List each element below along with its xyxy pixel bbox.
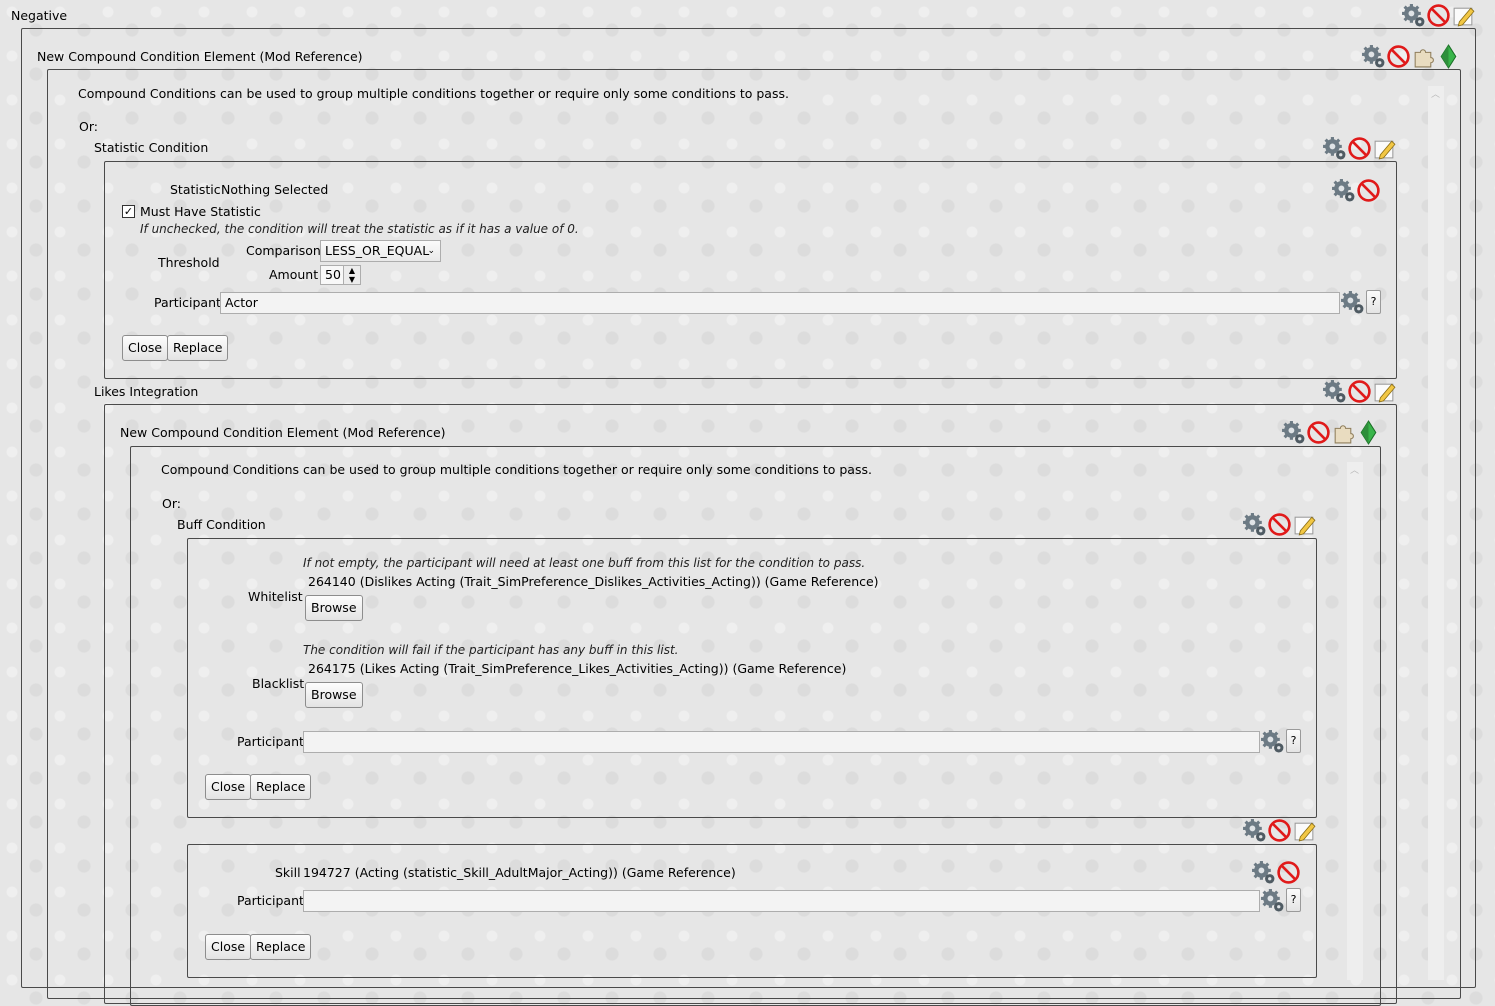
statistic-condition-actions [1322, 136, 1397, 161]
skill-field-actions [1251, 860, 1301, 885]
statistic-participant-help-button[interactable]: ? [1366, 290, 1381, 314]
gear-icon[interactable] [1260, 888, 1285, 913]
scroll-up-icon[interactable]: ︿ [1431, 87, 1440, 100]
statistic-value: Nothing Selected [221, 182, 329, 197]
threshold-label: Threshold [158, 255, 220, 270]
blacklist-item: 264175 (Likes Acting (Trait_SimPreferenc… [308, 661, 847, 676]
remove-icon[interactable] [1306, 420, 1331, 445]
skill-label: Skill [275, 865, 301, 880]
whitelist-browse-button[interactable]: Browse [305, 595, 363, 621]
buff-participant-label: Participant [237, 734, 304, 749]
comparison-value: LESS_OR_EQUAL [325, 243, 430, 258]
blacklist-label: Blacklist [252, 676, 305, 691]
buff-participant-field[interactable] [303, 731, 1260, 753]
inner-compound-description: Compound Conditions can be used to group… [161, 462, 872, 477]
plumbob-icon[interactable] [1436, 44, 1461, 69]
blacklist-browse-button[interactable]: Browse [305, 682, 363, 708]
remove-icon[interactable] [1276, 860, 1301, 885]
puzzle-icon[interactable] [1331, 420, 1356, 445]
gear-icon[interactable] [1281, 420, 1306, 445]
amount-stepper[interactable]: 50 ▲ ▼ [320, 265, 361, 285]
scroll-up-icon[interactable]: ︿ [1350, 463, 1359, 476]
gear-icon[interactable] [1242, 818, 1267, 843]
gear-icon[interactable] [1260, 729, 1285, 754]
statistic-participant-label: Participant [154, 295, 221, 310]
must-have-statistic-checkbox[interactable]: ✓ [122, 205, 135, 218]
outer-compound-actions [1361, 44, 1461, 69]
buff-close-button[interactable]: Close [205, 774, 252, 800]
gear-icon[interactable] [1251, 860, 1276, 885]
skill-participant-label: Participant [237, 893, 304, 908]
comparison-select[interactable]: LESS_OR_EQUAL ⌄ [320, 240, 441, 262]
outer-or-label: Or: [79, 119, 98, 134]
skill-value: 194727 (Acting (statistic_Skill_AdultMaj… [303, 865, 736, 880]
negative-title: Negative [11, 8, 68, 23]
outer-compound-title: New Compound Condition Element (Mod Refe… [37, 49, 363, 64]
outer-scrollbar[interactable] [1428, 86, 1444, 980]
skill-replace-button[interactable]: Replace [250, 934, 312, 960]
plumbob-icon[interactable] [1356, 420, 1381, 445]
whitelist-label: Whitelist [248, 589, 303, 604]
remove-icon[interactable] [1267, 818, 1292, 843]
gear-icon[interactable] [1361, 44, 1386, 69]
statistic-condition-title: Statistic Condition [94, 140, 209, 155]
buff-condition-actions [1242, 512, 1317, 537]
gear-icon[interactable] [1340, 290, 1365, 315]
must-have-hint: If unchecked, the condition will treat t… [140, 222, 579, 236]
inner-or-label: Or: [162, 496, 181, 511]
skill-close-button[interactable]: Close [205, 934, 252, 960]
skill-condition-actions [1242, 818, 1317, 843]
inner-scrollbar[interactable] [1347, 462, 1363, 980]
statistic-participant-field[interactable]: Actor [220, 292, 1340, 314]
pencil-icon[interactable] [1372, 379, 1397, 404]
pencil-icon[interactable] [1372, 136, 1397, 161]
statistic-replace-button[interactable]: Replace [167, 335, 229, 361]
pencil-icon[interactable] [1292, 512, 1317, 537]
chevron-down-icon: ⌄ [427, 246, 435, 256]
comparison-label: Comparison [246, 243, 321, 258]
inner-compound-actions [1281, 420, 1381, 445]
statistic-label: Statistic [170, 182, 221, 197]
pencil-icon[interactable] [1292, 818, 1317, 843]
remove-icon[interactable] [1386, 44, 1411, 69]
remove-icon[interactable] [1356, 178, 1381, 203]
outer-compound-description: Compound Conditions can be used to group… [78, 86, 789, 101]
pencil-icon[interactable] [1451, 3, 1476, 28]
remove-icon[interactable] [1347, 136, 1372, 161]
likes-integration-actions [1322, 379, 1397, 404]
buff-participant-help-button[interactable]: ? [1286, 729, 1301, 753]
likes-integration-title: Likes Integration [94, 384, 199, 399]
buff-condition-title: Buff Condition [177, 517, 266, 532]
negative-actions [1401, 3, 1476, 28]
gear-icon[interactable] [1401, 3, 1426, 28]
buff-replace-button[interactable]: Replace [250, 774, 312, 800]
statistic-close-button[interactable]: Close [122, 335, 169, 361]
amount-value: 50 [325, 267, 341, 282]
remove-icon[interactable] [1267, 512, 1292, 537]
gear-icon[interactable] [1331, 178, 1356, 203]
gear-icon[interactable] [1242, 512, 1267, 537]
whitelist-hint: If not empty, the participant will need … [303, 556, 866, 570]
gear-icon[interactable] [1322, 379, 1347, 404]
blacklist-hint: The condition will fail if the participa… [303, 643, 679, 657]
stepper-arrows-icon[interactable]: ▲ ▼ [343, 266, 360, 284]
inner-compound-title: New Compound Condition Element (Mod Refe… [120, 425, 446, 440]
puzzle-icon[interactable] [1411, 44, 1436, 69]
skill-participant-help-button[interactable]: ? [1286, 888, 1301, 912]
whitelist-item: 264140 (Dislikes Acting (Trait_SimPrefer… [308, 574, 879, 589]
remove-icon[interactable] [1347, 379, 1372, 404]
amount-label: Amount [269, 267, 319, 282]
gear-icon[interactable] [1322, 136, 1347, 161]
skill-participant-field[interactable] [303, 890, 1260, 912]
must-have-statistic-label: Must Have Statistic [140, 204, 261, 219]
remove-icon[interactable] [1426, 3, 1451, 28]
statistic-field-actions [1331, 178, 1381, 203]
